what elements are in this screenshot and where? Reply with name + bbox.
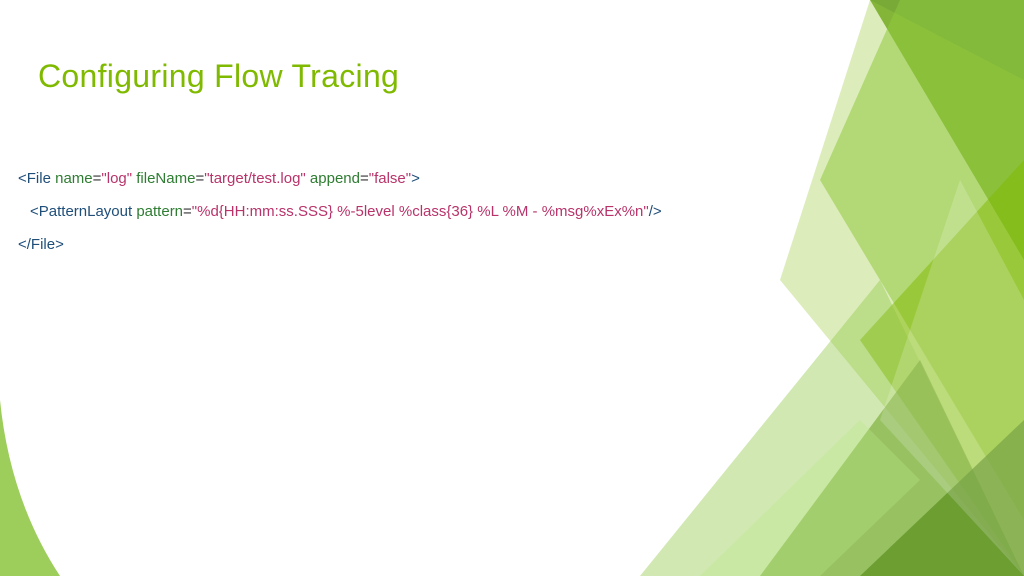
code-line-file-open: <File name="log" fileName="target/test.l… xyxy=(18,162,662,195)
slide-title: Configuring Flow Tracing xyxy=(38,58,399,95)
code-line-patternlayout: <PatternLayout pattern="%d{HH:mm:ss.SSS}… xyxy=(18,195,662,228)
xml-config-code: <File name="log" fileName="target/test.l… xyxy=(18,162,662,261)
code-line-file-close: </File> xyxy=(18,228,662,261)
